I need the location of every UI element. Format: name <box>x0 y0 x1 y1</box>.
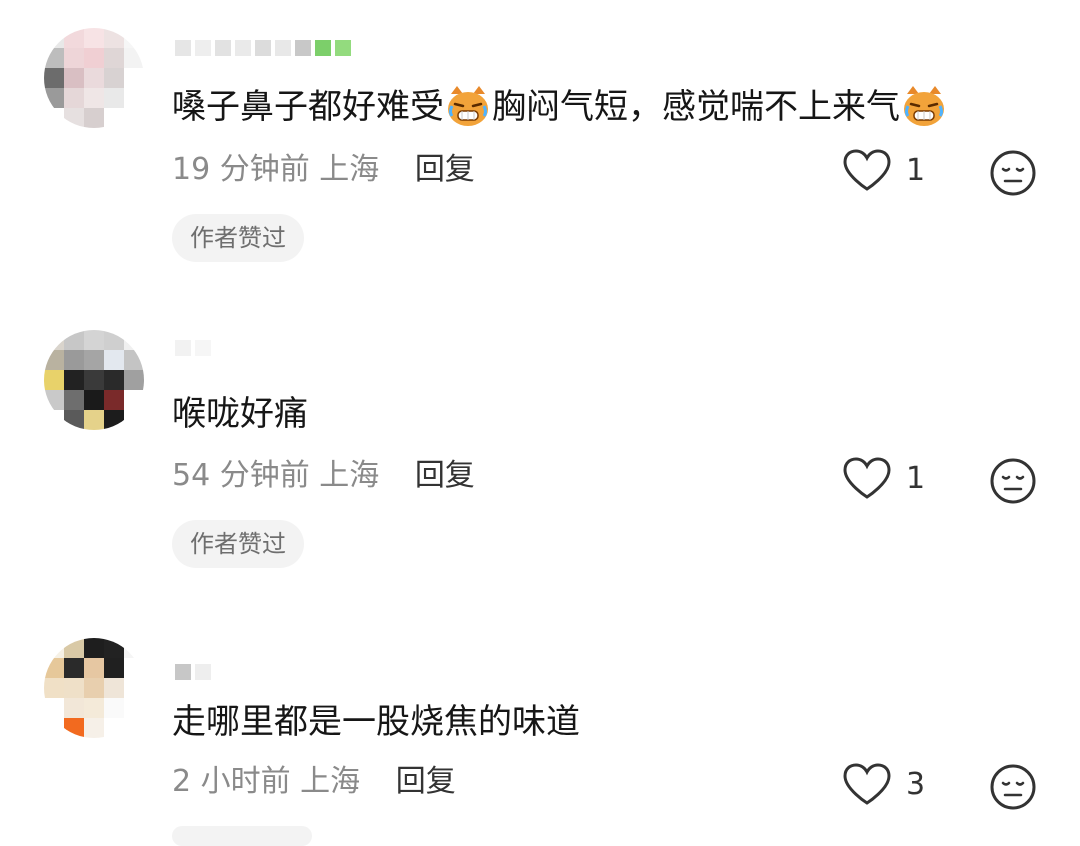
username-blurred[interactable] <box>175 338 211 358</box>
cat-crying-icon <box>904 86 944 126</box>
comment-time: 54 分钟前 <box>172 458 310 493</box>
badge-peek <box>172 826 312 846</box>
like-count: 3 <box>906 766 926 802</box>
dislike-face-icon[interactable] <box>988 148 1038 198</box>
comment-text: 嗓子鼻子都好难受 胸闷气短，感觉喘不上来气 <box>172 84 948 130</box>
username-blurred[interactable] <box>175 662 211 682</box>
heart-icon <box>843 149 891 191</box>
username-blurred[interactable] <box>175 38 351 58</box>
comment-time: 2 小时前 <box>172 764 291 799</box>
dislike-face-icon[interactable] <box>988 456 1038 506</box>
author-liked-badge: 作者赞过 <box>172 520 304 568</box>
like-button[interactable]: 3 <box>842 762 925 806</box>
comment-meta: 19 分钟前 上海 回复 <box>172 150 475 190</box>
comment-time: 19 分钟前 <box>172 152 310 187</box>
reply-button[interactable]: 回复 <box>415 458 475 493</box>
reply-button[interactable]: 回复 <box>396 764 456 799</box>
comment-text-part: 胸闷气短，感觉喘不上来气 <box>492 87 900 127</box>
comment-location: 上海 <box>300 764 361 799</box>
like-button[interactable]: 1 <box>842 456 925 500</box>
heart-icon <box>843 457 891 499</box>
comment-location: 上海 <box>319 152 380 187</box>
like-count: 1 <box>906 152 926 188</box>
comment-text: 走哪里都是一股烧焦的味道 <box>172 702 580 742</box>
like-button[interactable]: 1 <box>842 148 925 192</box>
avatar[interactable] <box>44 638 144 738</box>
like-count: 1 <box>906 460 926 496</box>
comment-text-part: 嗓子鼻子都好难受 <box>172 87 444 127</box>
avatar[interactable] <box>44 330 144 430</box>
dislike-face-icon[interactable] <box>988 762 1038 812</box>
comment-meta: 2 小时前 上海 回复 <box>172 762 456 802</box>
author-liked-badge: 作者赞过 <box>172 214 304 262</box>
heart-icon <box>843 763 891 805</box>
reply-button[interactable]: 回复 <box>415 152 475 187</box>
comment-meta: 54 分钟前 上海 回复 <box>172 456 475 496</box>
comment-text: 喉咙好痛 <box>172 394 308 434</box>
comment-location: 上海 <box>319 458 380 493</box>
avatar[interactable] <box>44 28 144 128</box>
cat-crying-icon <box>448 86 488 126</box>
